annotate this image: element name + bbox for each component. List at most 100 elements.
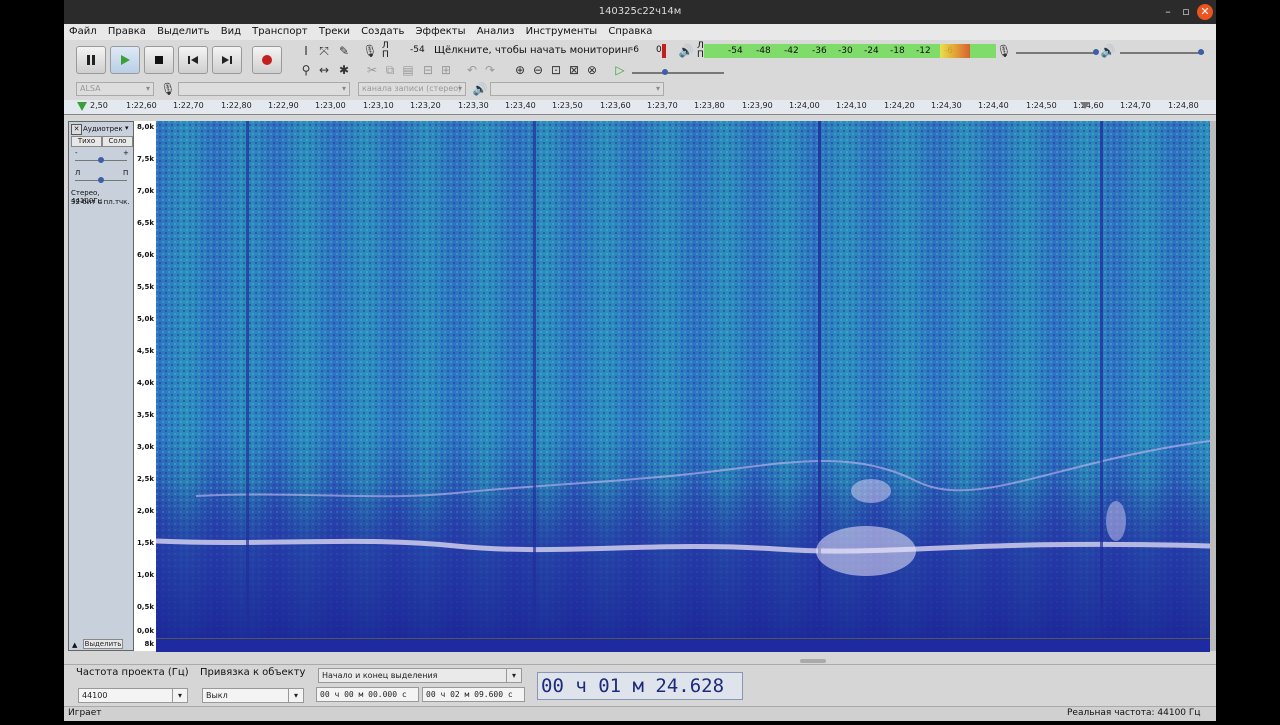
close-icon[interactable]: ✕ (1197, 4, 1213, 20)
play-tick: -54 (728, 46, 743, 56)
recording-channels-select[interactable]: канала записи (стерео) (358, 82, 466, 96)
play-speed-slider[interactable] (632, 72, 724, 74)
menu-edit[interactable]: Правка (104, 24, 150, 40)
multi-tool-icon[interactable]: ✱ (336, 62, 352, 78)
snap-to-value: Выкл (206, 691, 228, 700)
snap-to-label: Привязка к объекту (200, 667, 306, 678)
audio-position-display[interactable]: 00 ч 01 м 24.628 с (537, 672, 743, 723)
play-button[interactable] (110, 46, 140, 74)
menu-tools[interactable]: Инструменты (522, 24, 602, 40)
selection-mode-value: Начало и конец выделения (322, 671, 438, 680)
selection-start-time[interactable]: 00 ч 00 м 00.000 с (316, 687, 419, 702)
ruler-tick: 1:22,90 (268, 101, 299, 110)
record-button[interactable] (252, 46, 282, 74)
recording-device-select[interactable] (178, 82, 350, 96)
menu-view[interactable]: Вид (217, 24, 245, 40)
menu-help[interactable]: Справка (604, 24, 656, 40)
playback-device-select[interactable] (490, 82, 664, 96)
freq-label: 3,5k (136, 411, 154, 419)
menu-effects[interactable]: Эффекты (412, 24, 470, 40)
selection-start-value: 00 ч 00 м 00.000 с (320, 690, 407, 699)
selection-end-time[interactable]: 00 ч 02 м 09.600 с (422, 687, 525, 702)
selection-mode-select[interactable]: Начало и конец выделения ▾ (318, 668, 522, 683)
minimize-icon[interactable]: – (1160, 4, 1176, 20)
trim-icon[interactable]: ⊟ (420, 62, 436, 78)
recording-volume-slider[interactable] (1016, 52, 1098, 54)
play-meter-r: П (697, 50, 704, 60)
paste-icon[interactable]: ▤ (400, 62, 416, 78)
mute-button[interactable]: Тихо (71, 136, 102, 147)
snap-to-select[interactable]: Выкл ▾ (202, 688, 304, 703)
ruler-tick: 1:23,80 (694, 101, 725, 110)
timeline-ruler[interactable]: 2,50 1:22,60 1:22,70 1:22,80 1:22,90 1:2… (64, 100, 1216, 115)
horizontal-scroll-thumb[interactable] (800, 659, 826, 663)
spectrogram-view[interactable] (156, 121, 1210, 638)
status-actual-rate: Реальная частота: 44100 Гц (1067, 708, 1201, 718)
track-name[interactable]: Аудиотрек (83, 125, 123, 133)
zoom-toggle-icon[interactable]: ⊗ (584, 62, 600, 78)
play-at-speed-icon[interactable]: ▷ (612, 62, 628, 78)
freq-label: 3,0k (136, 443, 154, 451)
undo-icon[interactable]: ↶ (464, 62, 480, 78)
maximize-icon[interactable]: ▫ (1178, 4, 1194, 20)
recording-volume-mic-icon: 🎙 (996, 44, 1012, 58)
silence-icon[interactable]: ⊞ (438, 62, 454, 78)
copy-icon[interactable]: ⧉ (382, 62, 398, 78)
menu-analyze[interactable]: Анализ (473, 24, 519, 40)
fit-selection-icon[interactable]: ⊡ (548, 62, 564, 78)
play-head-triangle-icon[interactable] (76, 101, 88, 113)
play-tick: -48 (756, 46, 771, 56)
pause-button[interactable] (76, 46, 106, 74)
zoom-out-icon[interactable]: ⊖ (530, 62, 546, 78)
play-tick: -42 (784, 46, 799, 56)
frequency-axis[interactable]: 8,0k 7,5k 7,0k 6,5k 6,0k 5,5k 5,0k 4,5k … (134, 121, 157, 651)
audio-host-select[interactable]: ALSA (76, 82, 154, 96)
project-rate-select[interactable]: 44100 ▾ (78, 688, 188, 703)
ruler-tick: 1:23,40 (505, 101, 536, 110)
ruler-tick: 1:24,30 (931, 101, 962, 110)
playback-volume-knob[interactable] (1198, 49, 1204, 55)
track-menu-chevron-icon[interactable]: ▾ (125, 124, 129, 132)
pan-knob[interactable] (98, 177, 104, 183)
collapse-track-icon[interactable]: ▲ (72, 641, 77, 649)
menu-file[interactable]: Файл (64, 24, 101, 40)
menu-generate[interactable]: Создать (357, 24, 408, 40)
play-speed-knob[interactable] (662, 69, 668, 75)
skip-start-button[interactable] (178, 46, 208, 74)
cut-icon[interactable]: ✂ (364, 62, 380, 78)
vertical-scrollbar[interactable] (1210, 121, 1216, 651)
menu-tracks[interactable]: Треки (315, 24, 354, 40)
skip-end-button[interactable] (212, 46, 242, 74)
timeshift-tool-icon[interactable]: ↔ (316, 62, 332, 78)
monitor-hint[interactable]: Щёлкните, чтобы начать мониторинг (434, 45, 633, 56)
solo-button[interactable]: Соло (102, 136, 133, 147)
playback-volume-slider[interactable] (1120, 52, 1204, 54)
freq-label: 0,5k (136, 603, 154, 611)
spectrogram-image (156, 121, 1210, 638)
fit-project-icon[interactable]: ⊠ (566, 62, 582, 78)
zoom-in-icon[interactable]: ⊕ (512, 62, 528, 78)
playback-meter-speaker-icon[interactable]: 🔊 (678, 43, 694, 59)
toolbar-area: I ⤧ ✎ ⚲ ↔ ✱ ✂ ⧉ ▤ ⊟ ⊞ ↶ ↷ ⊕ ⊖ ⊡ ⊠ ⊗ ▷ 🎙 … (64, 40, 1216, 100)
chevron-down-icon[interactable]: ▾ (288, 689, 303, 702)
menu-transport[interactable]: Транспорт (248, 24, 311, 40)
recording-volume-knob[interactable] (1093, 49, 1099, 55)
select-track-button[interactable]: Выделить (83, 639, 123, 649)
chevron-down-icon[interactable]: ▾ (172, 689, 187, 702)
envelope-tool-icon[interactable]: ⤧ (316, 43, 332, 59)
record-meter-mic-icon[interactable]: 🎙 (362, 43, 378, 59)
gain-knob[interactable] (98, 157, 104, 163)
ruler-tick: 1:22,80 (221, 101, 252, 110)
draw-tool-icon[interactable]: ✎ (336, 43, 352, 59)
chevron-down-icon[interactable]: ▾ (506, 669, 521, 682)
menu-select[interactable]: Выделить (153, 24, 213, 40)
audacity-window: 140325c22ч14м – ▫ ✕ Файл Правка Выделить… (64, 0, 1216, 723)
zoom-tool-icon[interactable]: ⚲ (298, 62, 314, 78)
track-close-icon[interactable]: ✕ (71, 124, 82, 135)
selection-tool-icon[interactable]: I (298, 43, 314, 59)
ruler-tick: 1:22,70 (173, 101, 204, 110)
redo-icon[interactable]: ↷ (482, 62, 498, 78)
stop-button[interactable] (144, 46, 174, 74)
ruler-tick: 1:23,60 (600, 101, 631, 110)
playback-level-meter[interactable]: -54 -48 -42 -36 -30 -24 -18 -12 -6 (704, 44, 996, 58)
